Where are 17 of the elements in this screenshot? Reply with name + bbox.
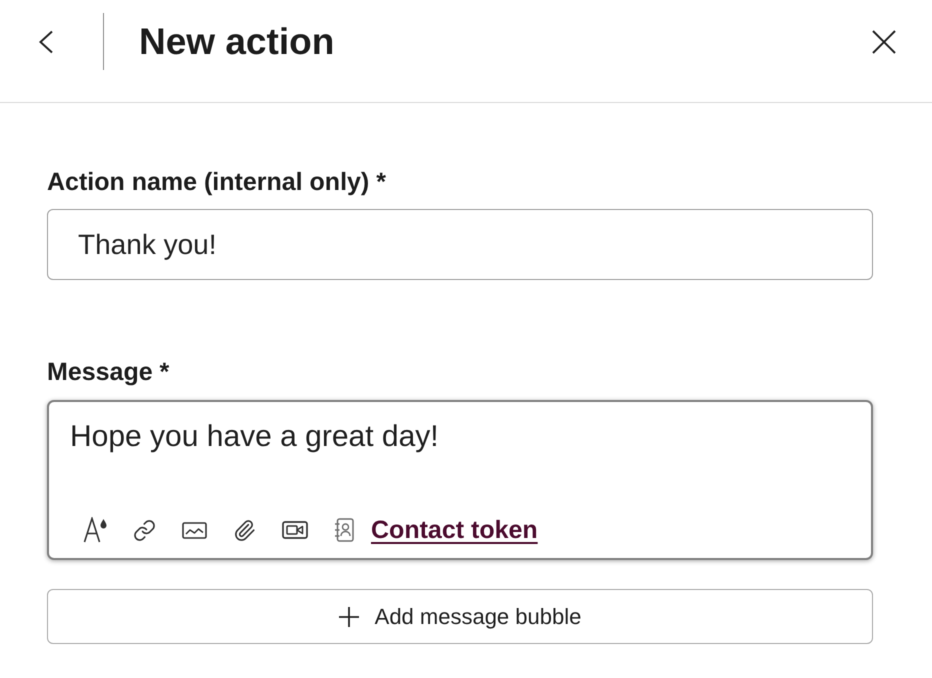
- plus-icon: [338, 606, 359, 626]
- paperclip-icon[interactable]: [233, 518, 256, 542]
- add-message-bubble-button[interactable]: Add message bubble: [47, 589, 873, 644]
- message-editor[interactable]: Hope you have a great day! Contact token: [47, 400, 873, 560]
- image-icon[interactable]: [182, 522, 207, 538]
- back-icon[interactable]: [38, 30, 54, 54]
- field-label: Action name (internal only) *: [47, 167, 386, 197]
- video-icon[interactable]: [282, 521, 308, 539]
- message-text: Hope you have a great day!: [70, 419, 439, 455]
- text-color-icon[interactable]: [83, 517, 107, 543]
- input-field[interactable]: Thank you!: [47, 209, 873, 280]
- contact-book-icon[interactable]: [334, 518, 354, 542]
- panel-title: New action: [139, 20, 334, 64]
- contact-token-link[interactable]: Contact token: [371, 516, 538, 544]
- close-icon[interactable]: [872, 30, 896, 54]
- field-label: Message *: [47, 357, 170, 387]
- link-icon[interactable]: [133, 518, 156, 542]
